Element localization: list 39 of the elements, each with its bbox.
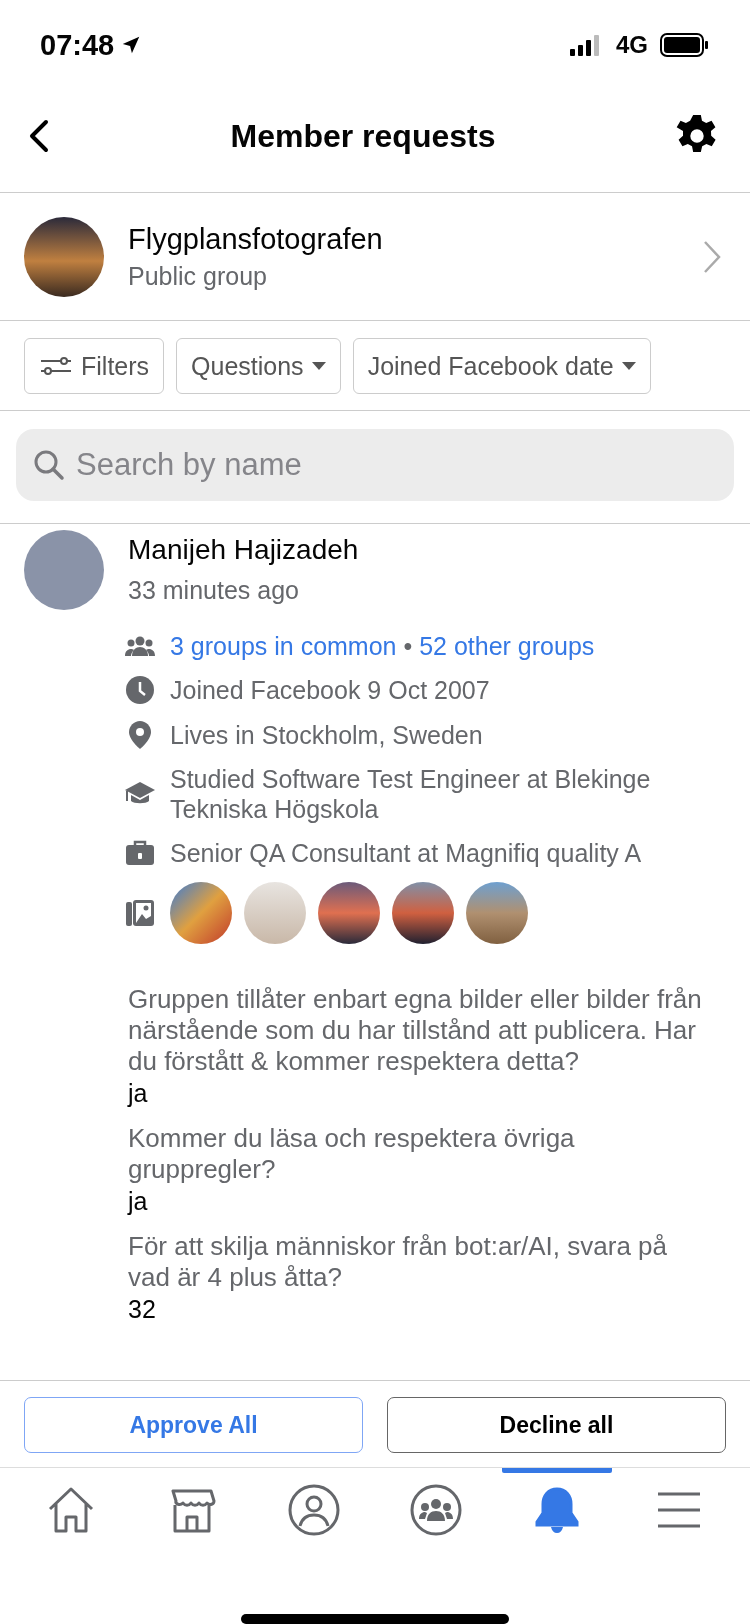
answer-text: ja — [128, 1078, 149, 1109]
network-label: 4G — [616, 31, 648, 59]
menu-icon[interactable] — [656, 1490, 703, 1530]
profile-icon[interactable] — [288, 1484, 341, 1536]
people-icon — [124, 634, 156, 658]
battery-icon — [660, 33, 710, 57]
profile-detail: Senior QA Consultant at Magnifiq quality A — [170, 838, 642, 868]
question-text: Gruppen tillåter enbart egna bilder eller bilder från närstående som du har tillstånd att publicera. Har du förstått & kommer respektera detta? — [128, 984, 703, 1077]
search-icon — [32, 448, 66, 482]
photos-icon — [124, 897, 156, 929]
group-privacy: Public group — [128, 261, 268, 291]
status-time: 07:48 — [40, 28, 115, 62]
groups-in-common-link[interactable]: 3 groups in common — [170, 632, 397, 660]
filter-chip[interactable]: Questions — [176, 338, 341, 394]
caret-icon — [621, 362, 636, 370]
approve-button[interactable]: Approve All — [24, 1397, 363, 1453]
decline-button[interactable]: Decline all — [387, 1397, 726, 1453]
request-time: 33 minutes ago — [128, 576, 300, 605]
answer-text: ja — [128, 1186, 149, 1217]
page-title: Member requests — [230, 117, 496, 155]
search-field[interactable]: Search by name — [16, 429, 734, 501]
other-groups-link[interactable]: 52 other groups — [419, 632, 595, 660]
profile-detail: Studied Software Test Engineer at Blekinge — [170, 764, 651, 794]
sliders-icon — [39, 355, 73, 377]
groups-icon[interactable] — [409, 1484, 462, 1536]
group-name[interactable]: Flygplansfotografen — [128, 222, 678, 256]
profile-detail: Tekniska Högskola — [170, 794, 380, 824]
profile-detail: Joined Facebook 9 Oct 2007 — [170, 675, 490, 705]
member-name[interactable]: Manijeh Hajizadeh — [128, 534, 750, 566]
question-text: Kommer du läsa och respektera övriga gruppregler? — [128, 1123, 576, 1185]
caret-icon — [311, 362, 326, 370]
filter-chip[interactable]: Joined Facebook date — [352, 338, 651, 394]
clock-icon — [124, 674, 156, 706]
filter-chip[interactable]: Filters — [24, 338, 165, 394]
question-text: För att skilja människor från bot:ar/AI, svara på vad är 4 plus åtta? — [128, 1231, 668, 1293]
notifications-icon[interactable] — [533, 1485, 582, 1535]
answer-text: 32 — [128, 1294, 157, 1325]
profile-detail: Lives in Stockholm, Sweden — [170, 720, 483, 750]
separator-dot: • — [403, 632, 413, 660]
